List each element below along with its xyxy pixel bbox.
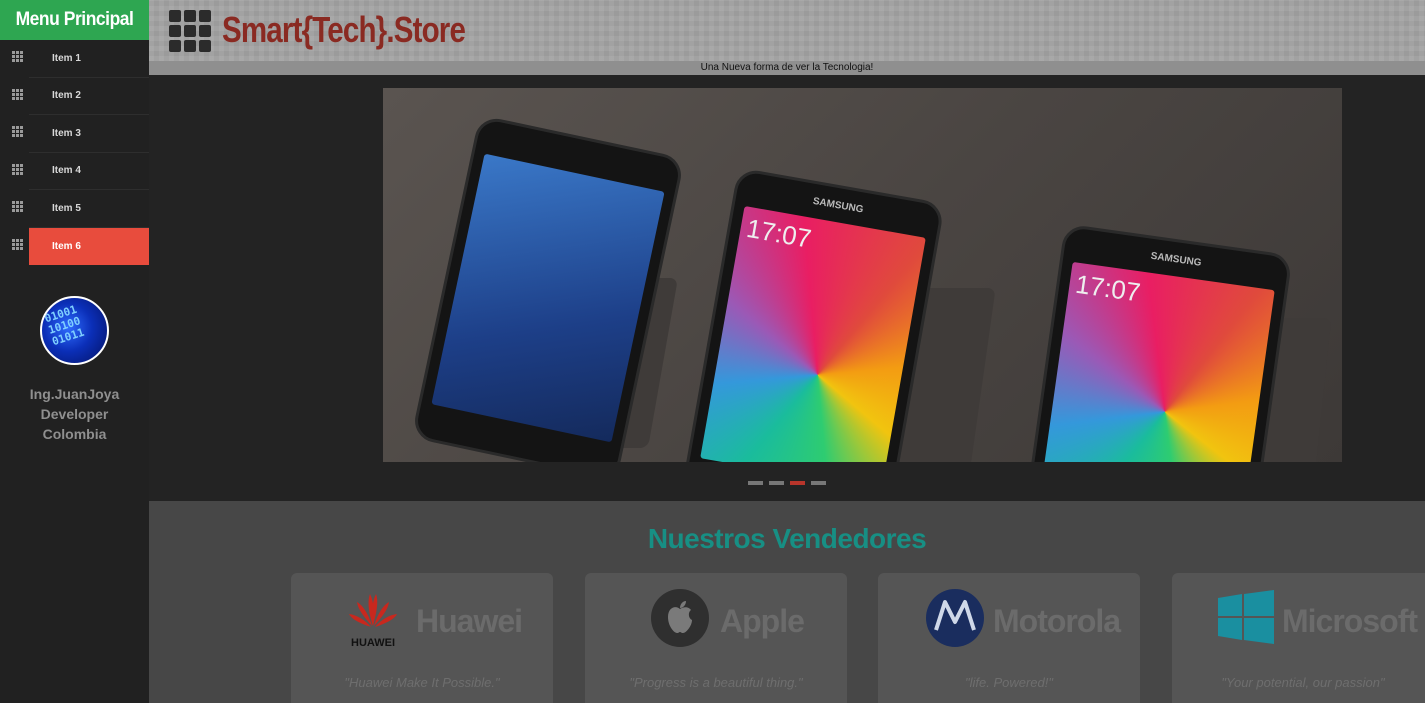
svg-text:HUAWEI: HUAWEI: [351, 637, 395, 648]
slider-dot-4[interactable]: [811, 481, 826, 485]
profile-name: Ing.JuanJoya: [29, 386, 120, 402]
grid-icon: [12, 163, 23, 175]
slider-pagination: [149, 481, 1425, 485]
grid-icon: [12, 238, 23, 250]
grid-icon: [12, 88, 23, 100]
phone-image: SAMSUNG 17:07: [1023, 223, 1293, 462]
grid-icon: [12, 201, 23, 212]
sidebar-item-label: Item 6: [29, 227, 149, 265]
vendor-name: Apple: [720, 603, 805, 639]
sidebar-item-label: Item 3: [29, 115, 149, 153]
profile-role: Developer: [40, 406, 109, 422]
header: Smart{Tech}.Store: [149, 0, 1425, 61]
avatar: 01001 10100 01011: [40, 296, 109, 365]
grid-icon: [12, 51, 23, 62]
sidebar-item-label: Item 2: [29, 78, 149, 115]
vendor-name: Microsoft: [1282, 603, 1418, 639]
sidebar-item-label: Item 4: [29, 153, 149, 190]
vendor-name: Motorola: [993, 603, 1121, 639]
sidebar-item-1[interactable]: Item 1: [0, 40, 149, 78]
vendors-section: Nuestros Vendedores HUAWEI Huawei "Huawe…: [149, 501, 1425, 703]
brand-title[interactable]: Smart{Tech}.Store: [222, 9, 466, 51]
phone-screen: [700, 205, 926, 462]
sidebar-item-label: Item 5: [29, 190, 149, 228]
vendor-card-apple[interactable]: Apple "Progress is a beautiful thing.": [585, 573, 847, 703]
vendor-slogan: "Huawei Make It Possible.": [344, 675, 500, 690]
sidebar-item-5[interactable]: Item 5: [0, 190, 149, 228]
vendor-name: Huawei: [416, 603, 523, 639]
vendors-title: Nuestros Vendedores: [647, 523, 927, 554]
phone-image: SAMSUNG 17:07: [680, 167, 946, 462]
huawei-logo-icon: HUAWEI: [349, 594, 397, 648]
sidebar-item-2[interactable]: Item 2: [0, 78, 149, 115]
grid-icon: [12, 126, 23, 137]
sidebar-item-4[interactable]: Item 4: [0, 153, 149, 190]
apple-logo-icon: [651, 589, 709, 647]
menu-title: Menu Principal: [0, 0, 150, 40]
windows-logo-icon: [1218, 590, 1274, 644]
vendor-card-microsoft[interactable]: Microsoft "Your potential, our passion": [1172, 573, 1425, 703]
sidebar-item-label: Item 1: [29, 40, 149, 78]
motorola-logo-icon: [926, 589, 984, 647]
vendor-slogan: "life. Powered!": [965, 675, 1053, 690]
vendor-slogan: "Your potential, our passion": [1221, 675, 1385, 690]
slider-dot-1[interactable]: [748, 481, 763, 485]
vendor-slogan: "Progress is a beautiful thing.": [629, 675, 803, 690]
grid-logo-icon: [169, 10, 211, 52]
sidebar: Menu Principal Item 1 Item 2 Item 3 Item…: [0, 0, 150, 703]
sidebar-item-3[interactable]: Item 3: [0, 115, 149, 153]
profile-country: Colombia: [42, 426, 107, 442]
slider-dot-2[interactable]: [769, 481, 784, 485]
slide-image: SAMSUNG 17:07 SAMSUNG 17:07: [383, 88, 1342, 462]
phone-screen: [431, 153, 665, 443]
tagline: Una Nueva forma de ver la Tecnologia!: [149, 61, 1425, 75]
avatar-binary-image: 01001 10100 01011: [42, 302, 86, 349]
vendor-card-motorola[interactable]: Motorola "life. Powered!": [878, 573, 1140, 703]
vendor-card-huawei[interactable]: HUAWEI Huawei "Huawei Make It Possible.": [291, 573, 553, 703]
sidebar-item-6[interactable]: Item 6: [0, 227, 149, 265]
image-slider: SAMSUNG 17:07 SAMSUNG 17:07: [149, 75, 1425, 501]
slider-dot-3[interactable]: [790, 481, 805, 485]
